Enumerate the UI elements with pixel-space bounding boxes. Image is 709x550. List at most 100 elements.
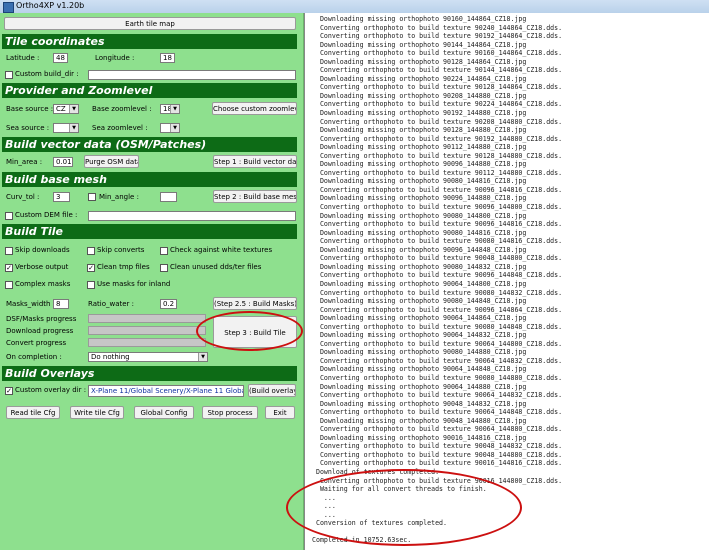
read-tile-cfg-button[interactable]: Read tile Cfg — [6, 406, 60, 419]
base-source-value: CZ — [56, 105, 66, 113]
min-angle-field[interactable] — [160, 192, 177, 202]
sea-source-select[interactable]: ▼ — [53, 123, 79, 133]
log-line: Converting orthophoto to build texture 9… — [312, 459, 563, 468]
log-line: Converting orthophoto to build texture 9… — [312, 185, 563, 194]
chevron-down-icon[interactable]: ▼ — [69, 105, 78, 113]
base-source-label: Base source : — [6, 105, 54, 113]
chevron-down-icon[interactable]: ▼ — [198, 353, 207, 361]
custom-build-dir-field[interactable] — [88, 70, 296, 80]
min-area-field[interactable]: 0.01 — [53, 157, 73, 167]
masks-width-field[interactable]: 8 — [53, 299, 69, 309]
chevron-down-icon[interactable]: ▼ — [170, 124, 179, 132]
custom-overlay-checkbox[interactable]: ✓ — [5, 387, 13, 395]
log-line: Downloading missing orthophoto 90112_144… — [312, 143, 527, 152]
on-completion-value: Do nothing — [91, 353, 130, 361]
on-completion-select[interactable]: Do nothing ▼ — [88, 352, 208, 362]
custom-dem-checkbox[interactable] — [5, 212, 13, 220]
chevron-down-icon[interactable]: ▼ — [170, 105, 179, 113]
check-white-label: Check against white textures — [170, 246, 273, 254]
app-icon — [3, 2, 14, 13]
ratio-water-field[interactable]: 0.2 — [160, 299, 177, 309]
min-angle-checkbox[interactable] — [88, 193, 96, 201]
dsf-progress-label: DSF/Masks progress — [6, 315, 77, 323]
log-line: Downloading missing orthophoto 90064_144… — [312, 382, 527, 391]
latitude-label: Latitude : — [6, 54, 40, 62]
log-line: Converting orthophoto to build texture 9… — [312, 100, 563, 109]
log-line: Downloading missing orthophoto 90080_144… — [312, 348, 527, 357]
log-line: Downloading missing orthophoto 90096_144… — [312, 160, 527, 169]
skip-downloads-checkbox[interactable] — [5, 247, 13, 255]
sea-source-label: Sea source : — [6, 124, 50, 132]
clean-tmp-checkbox[interactable]: ✓ — [87, 264, 95, 272]
verbose-output-label: Verbose output — [15, 263, 69, 271]
log-line: Downloading missing orthophoto 90080_144… — [312, 297, 527, 306]
check-white-checkbox[interactable] — [160, 247, 168, 255]
exit-button[interactable]: Exit — [265, 406, 295, 419]
custom-build-dir-checkbox[interactable] — [5, 71, 13, 79]
curv-tol-field[interactable]: 3 — [53, 192, 70, 202]
log-line: Converting orthophoto to build texture 9… — [312, 450, 563, 459]
sea-zoom-select[interactable]: ▼ — [160, 123, 180, 133]
verbose-output-checkbox[interactable]: ✓ — [5, 264, 13, 272]
on-completion-label: On completion : — [6, 353, 62, 361]
complex-masks-label: Complex masks — [15, 280, 71, 288]
stop-process-button[interactable]: Stop process — [202, 406, 258, 419]
log-line: Converting orthophoto to build texture 9… — [312, 32, 563, 41]
log-line: Downloading missing orthophoto 90016_144… — [312, 433, 527, 442]
curv-tol-label: Curv_tol : — [6, 193, 40, 201]
step1-build-vector-button[interactable]: Step 1 : Build vector data — [213, 155, 297, 168]
log-line: Converting orthophoto to build texture 9… — [312, 373, 563, 382]
sea-zoom-label: Sea zoomlevel : — [92, 124, 148, 132]
custom-dem-field[interactable] — [88, 211, 296, 221]
write-tile-cfg-button[interactable]: Write tile Cfg — [70, 406, 124, 419]
log-line: Downloading missing orthophoto 90224_144… — [312, 74, 527, 83]
log-line: Downloading missing orthophoto 90080_144… — [312, 262, 527, 271]
log-line: Converting orthophoto to build texture 9… — [312, 134, 563, 143]
skip-converts-checkbox[interactable] — [87, 247, 95, 255]
choose-custom-zoom-button[interactable]: Choose custom zoomlevel — [212, 102, 297, 115]
log-line: Downloading missing orthophoto 90144_144… — [312, 40, 527, 49]
log-line: Downloading missing orthophoto 90160_144… — [312, 15, 527, 23]
build-overlay-button[interactable]: (Build overlay) — [248, 384, 296, 397]
log-line: Converting orthophoto to build texture 9… — [312, 271, 563, 280]
clean-unused-label: Clean unused dds/ter files — [170, 263, 262, 271]
section-header-provider: Provider and Zoomlevel — [2, 83, 297, 98]
complex-masks-checkbox[interactable] — [5, 281, 13, 289]
global-config-button[interactable]: Global Config — [134, 406, 194, 419]
base-zoom-label: Base zoomlevel : — [92, 105, 152, 113]
log-line: Converting orthophoto to build texture 9… — [312, 288, 563, 297]
use-masks-inland-checkbox[interactable] — [87, 281, 95, 289]
section-header-mesh: Build base mesh — [2, 172, 297, 187]
dsf-progress-bar — [88, 314, 206, 323]
latitude-field[interactable]: 48 — [53, 53, 68, 63]
window-title: Ortho4XP v1.20b — [16, 1, 85, 10]
title-bar: Ortho4XP v1.20b — [0, 0, 709, 14]
log-line: Downloading missing orthophoto 90128_144… — [312, 126, 527, 135]
earth-tile-map-button[interactable]: Earth tile map — [4, 17, 296, 30]
log-line: Downloading missing orthophoto 90128_144… — [312, 57, 527, 66]
longitude-field[interactable]: 18 — [160, 53, 175, 63]
base-zoom-select[interactable]: 18 ▼ — [160, 104, 180, 114]
clean-unused-checkbox[interactable] — [160, 264, 168, 272]
log-line: Downloading missing orthophoto 90192_144… — [312, 109, 527, 118]
log-line: Downloading missing orthophoto 90064_144… — [312, 279, 527, 288]
log-line: Downloading missing orthophoto 90208_144… — [312, 91, 527, 100]
purge-osm-button[interactable]: Purge OSM data — [84, 155, 139, 168]
log-panel[interactable]: Downloading missing orthophoto 90160_144… — [304, 13, 709, 550]
log-line: Downloading missing orthophoto 90064_144… — [312, 365, 527, 374]
log-line: Downloading missing orthophoto 90064_144… — [312, 314, 527, 323]
min-angle-label: Min_angle : — [99, 193, 139, 201]
custom-overlay-field[interactable]: X-Plane 11/Global Scenery/X-Plane 11 Glo… — [88, 385, 244, 397]
base-source-select[interactable]: CZ ▼ — [53, 104, 79, 114]
ratio-water-label: Ratio_water : — [88, 300, 134, 308]
log-line: Converting orthophoto to build texture 9… — [312, 203, 563, 212]
section-header-overlays: Build Overlays — [2, 366, 297, 381]
log-line: Downloading missing orthophoto 90064_144… — [312, 331, 527, 340]
log-line: Converting orthophoto to build texture 9… — [312, 425, 563, 434]
log-line: Converting orthophoto to build texture 9… — [312, 442, 563, 451]
longitude-label: Longitude : — [95, 54, 135, 62]
chevron-down-icon[interactable]: ▼ — [69, 124, 78, 132]
step2-build-mesh-button[interactable]: Step 2 : Build base mesh — [213, 190, 297, 203]
step25-build-masks-button[interactable]: (Step 2.5 : Build Masks) — [213, 297, 297, 310]
log-line: Converting orthophoto to build texture 9… — [312, 220, 563, 229]
